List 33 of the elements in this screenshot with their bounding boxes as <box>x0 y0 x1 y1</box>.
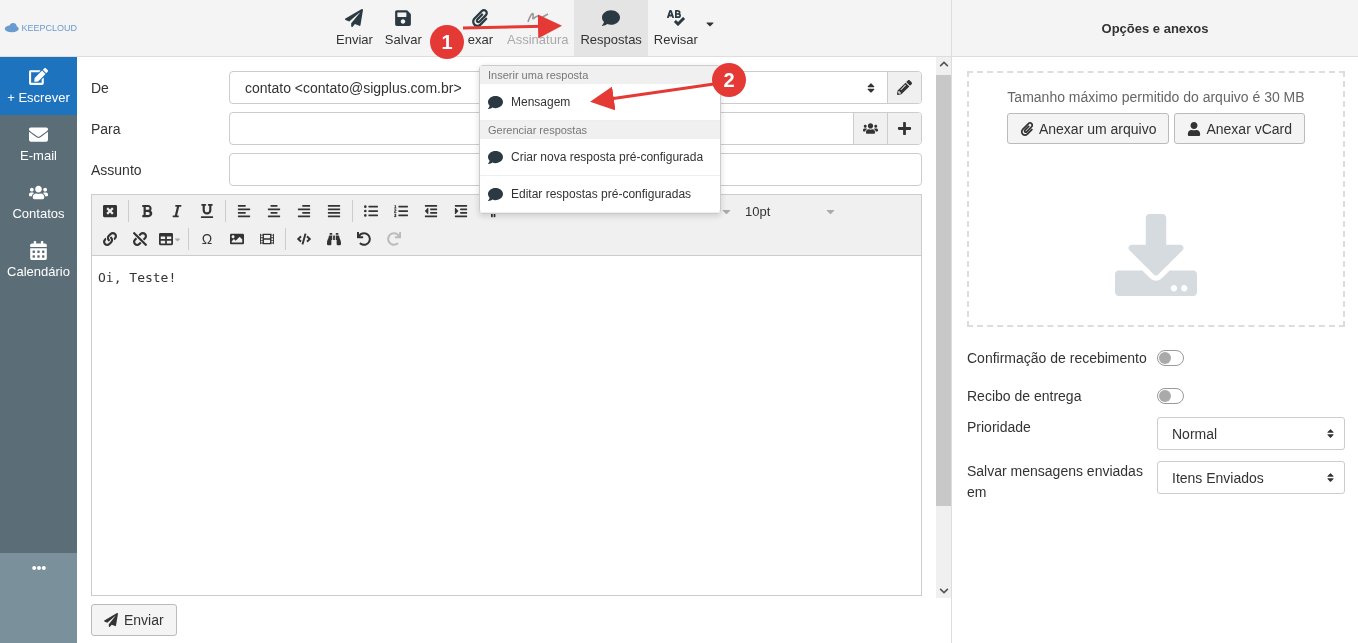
menu-header: Inserir uma resposta <box>480 66 720 84</box>
sidebar-item[interactable]: E-mail <box>0 115 77 173</box>
message-body[interactable]: Oi, Teste! <box>92 256 921 595</box>
logo-text: KEEPCLOUD <box>21 23 77 33</box>
size-note: Tamanho máximo permitido do arquivo é 30 MB <box>1007 89 1305 105</box>
sidebar-item[interactable]: + Escrever <box>0 57 77 115</box>
field-label: De <box>91 79 110 96</box>
menu-item[interactable]: Editar respostas pré-configuradas <box>480 176 720 213</box>
attach-button[interactable]: Anexar um arquivo <box>1006 113 1170 144</box>
toolbar-button[interactable]: Enviar <box>330 0 379 56</box>
attach-button[interactable]: Anexar vCard <box>1174 113 1306 144</box>
step-badge: 2 <box>712 63 746 97</box>
toolbar-button[interactable]: Revisar <box>647 0 704 56</box>
font-size-select[interactable]: 10pt <box>739 199 843 223</box>
menu-item[interactable]: Criar nova resposta pré-configurada <box>480 139 720 176</box>
option-label: Recibo de entrega <box>967 386 1083 406</box>
menu-header: Gerenciar respostas <box>480 121 720 139</box>
option-select[interactable]: Itens Enviados <box>1157 461 1345 494</box>
drop-zone[interactable]: Tamanho máximo permitido do arquivo é 30 MB Anexar um arquivo Anexar vCard <box>967 71 1345 327</box>
send-button[interactable]: Enviar <box>91 604 177 636</box>
toolbar-button[interactable]: Respostas <box>574 0 648 56</box>
toolbar-button[interactable]: exar <box>461 0 501 56</box>
sidebar-item[interactable]: Calendário <box>0 231 77 289</box>
option-label: Prioridade <box>967 418 1032 437</box>
field-label: Assunto <box>91 161 143 178</box>
toolbar-button[interactable]: Salvar <box>378 0 428 56</box>
omega-button[interactable]: Ω <box>192 227 222 251</box>
sidebar-item[interactable]: Contatos <box>0 173 77 231</box>
field-label: Para <box>91 120 122 137</box>
option-label: Salvar mensagens enviadas em <box>967 462 1144 502</box>
panel-title: Opções e anexos <box>1101 20 1209 36</box>
option-label: Confirmação de recebimento <box>967 348 1148 368</box>
option-select[interactable]: Normal <box>1157 417 1345 450</box>
